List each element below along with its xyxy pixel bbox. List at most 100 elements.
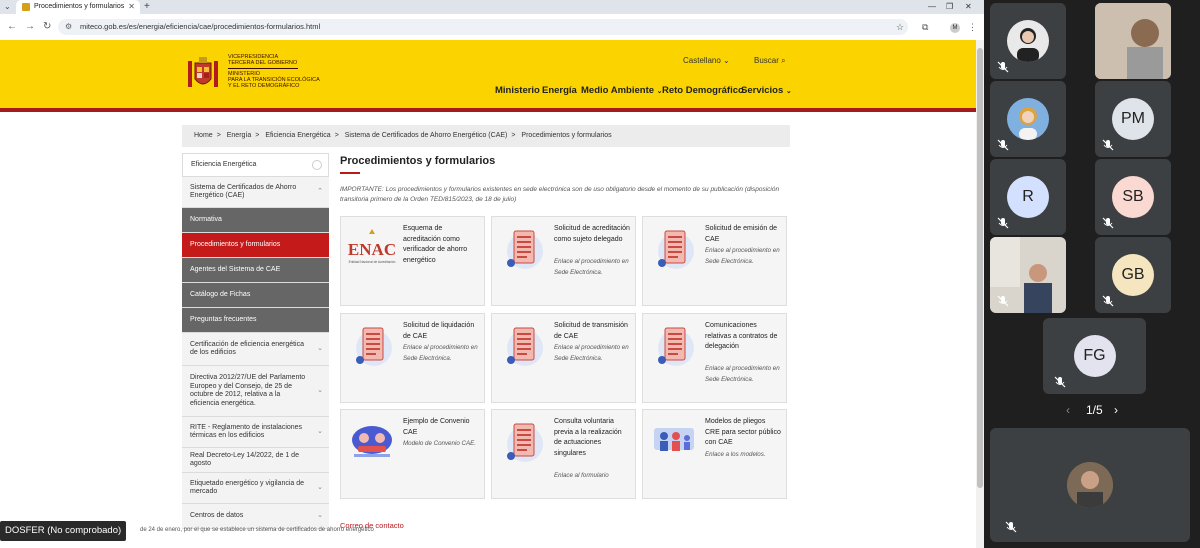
participant-tile-fg[interactable]: FG xyxy=(1043,318,1146,394)
self-view-tile[interactable] xyxy=(990,428,1190,542)
participant-initials: GB xyxy=(1112,254,1154,296)
card-transmision-cae[interactable]: Solicitud de transmisión de CAE Enlace a… xyxy=(491,313,636,403)
footer-text: de 24 de enero, por el que se establece … xyxy=(140,527,374,533)
sidebar-item-rite[interactable]: RITE - Reglamento de instalaciones térmi… xyxy=(182,417,329,448)
language-selector[interactable]: Castellano ⌄ xyxy=(683,56,730,65)
header-divider xyxy=(0,108,976,112)
sidebar-item-eficiencia[interactable]: Eficiencia Energética xyxy=(182,153,329,177)
chevron-down-icon: ⌄ xyxy=(317,427,323,435)
card-title: Solicitud de liquidación de CAE xyxy=(403,322,475,340)
sidebar-item-real-decreto[interactable]: Real Decreto-Ley 14/2022, de 1 de agosto xyxy=(182,448,329,473)
card-link[interactable]: Enlace al procedimiento en Sede Electrón… xyxy=(705,246,781,267)
participant-tile-sb[interactable]: SB xyxy=(1095,159,1171,235)
close-tab-icon[interactable]: ✕ xyxy=(128,0,135,14)
breadcrumb-eficiencia[interactable]: Eficiencia Energética xyxy=(265,132,330,139)
circle-icon xyxy=(312,160,322,170)
ministry-name[interactable]: VICEPRESIDENCIA TERCERA DEL GOBIERNO MIN… xyxy=(228,54,338,89)
mic-muted-icon xyxy=(1005,521,1017,533)
participant-tile-2[interactable] xyxy=(1095,3,1171,79)
card-sujeto-delegado[interactable]: Solicitud de acreditación como sujeto de… xyxy=(491,216,636,306)
sidebar-item-label: Eficiencia Energética xyxy=(191,160,257,168)
participant-tile-1[interactable] xyxy=(990,3,1066,79)
menu-reto-demografico[interactable]: Reto Demográfico xyxy=(662,85,744,96)
breadcrumb-energia[interactable]: Energía xyxy=(227,132,252,139)
people-icon xyxy=(654,428,694,451)
browser-menu-icon[interactable]: ⋮ xyxy=(968,19,977,35)
participant-tile-r[interactable]: R xyxy=(990,159,1066,235)
site-info-icon[interactable]: ⚙ xyxy=(65,19,72,35)
sidebar-item-directiva[interactable]: Directiva 2012/27/UE del Parlamento Euro… xyxy=(182,366,329,417)
card-link[interactable]: Enlace al procedimiento en Sede Electrón… xyxy=(705,364,781,385)
card-link[interactable]: Enlace a los modelos. xyxy=(705,450,781,461)
reload-icon[interactable]: ↻ xyxy=(43,20,51,34)
card-consulta-voluntaria[interactable]: Consulta voluntaria previa a la realizac… xyxy=(491,409,636,499)
restore-icon[interactable]: ❐ xyxy=(946,0,953,14)
enac-logo-icon: ENAC Entidad Nacional de Acreditación xyxy=(348,229,396,264)
enac-text: ENAC xyxy=(348,240,396,259)
form-icon xyxy=(507,230,543,269)
menu-servicios[interactable]: Servicios ⌄ xyxy=(741,85,792,96)
tab-list-chevron-icon[interactable]: ⌄ xyxy=(4,0,11,14)
minimize-icon[interactable]: — xyxy=(928,0,936,14)
breadcrumb-cae[interactable]: Sistema de Certificados de Ahorro Energé… xyxy=(345,132,508,139)
card-liquidacion-cae[interactable]: Solicitud de liquidación de CAE Enlace a… xyxy=(340,313,485,403)
card-link[interactable]: Modelo de Convenio CAE. xyxy=(403,439,479,450)
sidebar-item-label: Normativa xyxy=(190,215,222,223)
previous-page-icon[interactable]: ‹ xyxy=(1066,403,1070,417)
mic-muted-icon xyxy=(1102,295,1114,307)
close-window-icon[interactable]: ✕ xyxy=(965,0,972,14)
coat-of-arms-icon xyxy=(188,57,218,87)
search-button[interactable]: Buscar ⌕ xyxy=(754,56,786,66)
sidebar-item-catalogo[interactable]: Catálogo de Fichas xyxy=(182,283,329,308)
sidebar-item-preguntas[interactable]: Preguntas frecuentes xyxy=(182,308,329,333)
breadcrumb-current: Procedimientos y formularios xyxy=(521,132,612,139)
card-link[interactable]: Enlace al procedimiento en Sede Electrón… xyxy=(554,257,630,278)
participant-tile-3[interactable] xyxy=(990,81,1066,157)
breadcrumb-home[interactable]: Home xyxy=(194,132,213,139)
page-scrollbar[interactable] xyxy=(976,40,984,548)
chevron-down-icon: ⌄ xyxy=(317,386,323,394)
menu-medio-ambiente-label: Medio Ambiente xyxy=(581,85,655,96)
browser-tab[interactable]: Procedimientos y formularios ✕ xyxy=(16,0,140,14)
scrollbar-thumb[interactable] xyxy=(977,48,983,488)
sidebar-item-procedimientos[interactable]: Procedimientos y formularios xyxy=(182,233,329,258)
forward-icon[interactable]: → xyxy=(25,20,35,34)
card-link[interactable]: Enlace al procedimiento en Sede Electrón… xyxy=(403,343,479,364)
sidebar-item-label: Catálogo de Fichas xyxy=(190,290,251,298)
card-esquema-acreditacion[interactable]: ENAC Entidad Nacional de Acreditación Es… xyxy=(340,216,485,306)
participant-tile-pm[interactable]: PM xyxy=(1095,81,1171,157)
sidebar-item-certificacion[interactable]: Certificación de eficiencia energética d… xyxy=(182,333,329,366)
sidebar-item-cae[interactable]: Sistema de Certificados de Ahorro Energé… xyxy=(182,177,329,208)
form-icon xyxy=(507,327,543,366)
site-favicon-icon xyxy=(22,3,30,11)
next-page-icon[interactable]: › xyxy=(1114,403,1118,417)
new-tab-icon[interactable]: + xyxy=(144,0,150,14)
participant-tile-video[interactable] xyxy=(990,237,1066,313)
breadcrumb: Home > Energía > Eficiencia Energética > Si… xyxy=(182,125,790,147)
menu-energia[interactable]: Energía xyxy=(542,85,577,96)
card-ejemplo-convenio[interactable]: Ejemplo de Convenio CAE Modelo de Conven… xyxy=(340,409,485,499)
tab-bar: ⌄ Procedimientos y formularios ✕ + — ❐ ✕ xyxy=(0,0,984,14)
sidebar-item-label: Preguntas frecuentes xyxy=(190,315,257,323)
participant-initials: SB xyxy=(1112,176,1154,218)
sidebar-item-normativa[interactable]: Normativa xyxy=(182,208,329,233)
card-link[interactable]: Enlace al formulario xyxy=(554,471,630,482)
card-link[interactable]: Enlace al procedimiento en Sede Electrón… xyxy=(554,343,630,364)
bookmark-star-icon[interactable]: ☆ xyxy=(896,19,904,35)
profile-avatar[interactable]: M xyxy=(950,23,960,33)
card-emision-cae[interactable]: Solicitud de emisión de CAE Enlace al pr… xyxy=(642,216,787,306)
menu-ministerio[interactable]: Ministerio xyxy=(495,85,540,96)
agreement-icon xyxy=(352,426,392,457)
sidebar-item-agentes[interactable]: Agentes del Sistema de CAE xyxy=(182,258,329,283)
sidebar-item-centros[interactable]: Centros de datos ⌄ xyxy=(182,504,329,529)
address-bar[interactable]: ⚙ miteco.gob.es/es/energia/eficiencia/ca… xyxy=(58,19,908,35)
card-contratos-delegacion[interactable]: Comunicaciones relativas a contratos de … xyxy=(642,313,787,403)
sidebar-item-label: Agentes del Sistema de CAE xyxy=(190,265,281,273)
card-modelos-pliegos[interactable]: Modelos de pliegos CRE para sector públi… xyxy=(642,409,787,499)
extensions-icon[interactable]: ⧉ xyxy=(922,19,928,35)
menu-medio-ambiente[interactable]: Medio Ambiente ⌄ xyxy=(581,85,663,96)
participant-initials: R xyxy=(1007,176,1049,218)
back-icon[interactable]: ← xyxy=(7,20,17,34)
sidebar-item-etiquetado[interactable]: Etiquetado energético y vigilancia de me… xyxy=(182,473,329,504)
participant-tile-gb[interactable]: GB xyxy=(1095,237,1171,313)
